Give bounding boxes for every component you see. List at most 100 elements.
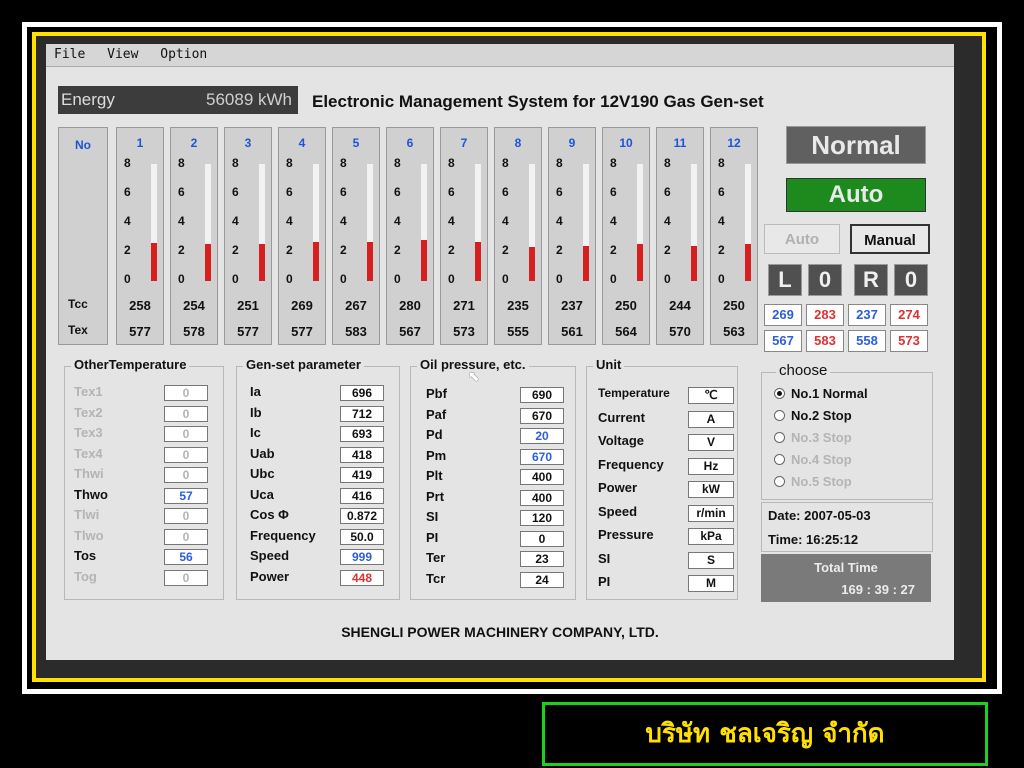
gauge-tick-label: 4	[232, 214, 239, 228]
cylinder-tcc-value: 250	[615, 298, 637, 313]
cylinder-number: 11	[673, 136, 687, 150]
gauge-tick-label: 0	[340, 272, 347, 286]
gauge-bar	[583, 164, 589, 281]
unit-value: kW	[688, 481, 734, 498]
gauge-tick-label: 2	[178, 243, 185, 257]
gauge-tick-label: 8	[286, 156, 293, 170]
other-temp-label: Tog	[74, 568, 97, 584]
unit-value: r/min	[688, 504, 734, 522]
gauge-tick-label: 0	[394, 272, 401, 286]
gauge-tick-label: 6	[124, 185, 131, 199]
mode-auto-indicator: Auto	[786, 178, 926, 212]
choose-option-label: No.4 Stop	[791, 452, 852, 467]
unit-label: Pressure	[598, 527, 654, 542]
cylinder-tcc-value: 254	[183, 298, 205, 313]
radio-button-icon[interactable]	[774, 410, 785, 421]
other-temp-value: 0	[164, 508, 208, 524]
other-temp-value: 0	[164, 569, 208, 586]
gauge-tick-label: 4	[502, 214, 509, 228]
gauge-bar	[151, 164, 157, 281]
cylinder-number: 10	[619, 136, 633, 150]
oil-param-value: 690	[520, 387, 564, 403]
cylinder-gauge-12: 12 8 6 4 2 0 250 563	[710, 127, 758, 345]
summary-tex-value: 573	[890, 330, 928, 352]
oil-param-value: 20	[520, 428, 564, 444]
oil-param-label: SI	[426, 509, 439, 524]
time-text: Time: 16:25:12	[768, 532, 859, 547]
other-temp-value: 0	[164, 467, 208, 483]
oil-param-value: 400	[520, 469, 564, 485]
choose-option-label: No.2 Stop	[791, 408, 852, 423]
oil-param-label: Prt	[426, 488, 445, 504]
cylinder-tcc-value: 280	[399, 298, 421, 313]
cylinder-gauge-9: 9 8 6 4 2 0 237 561	[548, 127, 596, 345]
gauge-tick-label: 6	[664, 185, 671, 199]
other-temp-value: 0	[164, 528, 208, 545]
manual-button[interactable]: Manual	[850, 224, 930, 254]
gauge-tick-label: 2	[124, 243, 131, 257]
other-temp-label: Tex2	[74, 404, 103, 420]
gauge-tick-label: 4	[610, 214, 617, 228]
gauge-tick-label: 8	[124, 156, 131, 170]
summary-tex-value: 567	[764, 330, 802, 352]
cylinder-number: 7	[460, 136, 468, 150]
unit-value: S	[688, 551, 734, 569]
other-temp-label: Tos	[74, 548, 97, 563]
genset-param-label: Ubc	[250, 466, 275, 481]
summary-tcc-value: 274	[890, 304, 928, 326]
unit-title: Unit	[593, 357, 625, 372]
gauge-tick-label: 0	[610, 272, 617, 286]
gauge-tick-label: 8	[664, 156, 671, 170]
gauge-tick-label: 2	[610, 243, 617, 257]
gauge-tick-label: 6	[610, 185, 617, 199]
gauge-bar	[529, 164, 535, 281]
gauge-tick-label: 4	[286, 214, 293, 228]
radio-button-icon[interactable]	[774, 388, 785, 399]
gauge-bar	[205, 164, 211, 281]
other-temp-label: Thwi	[74, 466, 104, 481]
genset-param-value: 50.0	[340, 528, 384, 545]
genset-param-label: Power	[250, 568, 290, 584]
genset-param-label: Uca	[250, 486, 274, 502]
summary-tex-value: 558	[848, 330, 886, 352]
energy-label: Energy	[61, 90, 115, 109]
menu-option[interactable]: Option	[152, 44, 213, 62]
choose-option-label: No.1 Normal	[791, 386, 868, 401]
other-temperature-title: OtherTemperature	[71, 357, 190, 372]
gauge-tick-label: 6	[394, 185, 401, 199]
gauge-bar	[745, 164, 751, 281]
gauge-bar	[367, 164, 373, 281]
cylinder-tex-value: 570	[669, 324, 691, 339]
cylinder-tex-value: 573	[453, 324, 475, 339]
gauge-tick-label: 8	[718, 156, 725, 170]
cylinder-tcc-value: 267	[345, 298, 367, 313]
gauge-fill	[583, 246, 589, 281]
gauge-fill	[313, 242, 319, 281]
page-title: Electronic Management System for 12V190 …	[312, 92, 764, 111]
gauge-tick-label: 8	[178, 156, 185, 170]
gauge-tick-label: 8	[232, 156, 239, 170]
menu-view[interactable]: View	[99, 44, 144, 62]
unit-value: ℃	[688, 387, 734, 404]
menu-bar: File View Option	[46, 44, 954, 67]
gauge-tick-label: 0	[232, 272, 239, 286]
oil-param-value: 670	[520, 407, 564, 424]
genset-param-label: Frequency	[250, 527, 316, 543]
gauge-tick-label: 8	[502, 156, 509, 170]
choose-title: choose	[776, 362, 831, 379]
choose-option-2[interactable]: No.2 Stop	[774, 408, 852, 423]
other-temp-label: Tex1	[74, 384, 103, 399]
gauge-fill	[259, 244, 265, 281]
other-temp-label: Tlwi	[74, 507, 100, 522]
total-time-label: Total Time	[814, 560, 878, 575]
oil-param-label: Pbf	[426, 386, 447, 401]
gauge-tick-label: 2	[286, 243, 293, 257]
oil-param-label: Paf	[426, 406, 447, 422]
cylinder-number: 6	[406, 136, 414, 150]
auto-button[interactable]: Auto	[764, 224, 840, 254]
cylinder-no-header: No	[75, 138, 91, 152]
cylinder-number: 1	[136, 136, 144, 150]
menu-file[interactable]: File	[46, 44, 91, 62]
choose-option-1[interactable]: No.1 Normal	[774, 386, 868, 401]
cylinder-tex-value: 561	[561, 324, 583, 339]
